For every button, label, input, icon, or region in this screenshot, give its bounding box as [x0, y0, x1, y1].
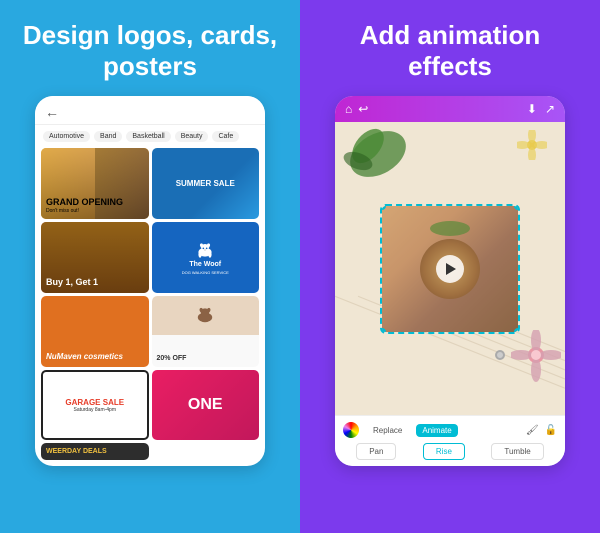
- food-green-detail: [430, 221, 470, 236]
- rise-button[interactable]: Rise: [423, 443, 465, 460]
- left-panel: Design logos, cards, posters ← Automotiv…: [0, 0, 300, 533]
- weerday-text: WEERDAY DEALS: [46, 448, 107, 455]
- bottom-toolbar: Replace Animate 🖌 🔓 Pan Rise Tumble: [335, 415, 565, 466]
- floral-decoration: [511, 330, 561, 385]
- dog-small-icon: [193, 305, 217, 325]
- tag-beauty[interactable]: Beauty: [175, 131, 209, 142]
- card-buy1get1[interactable]: Buy 1, Get 1: [41, 222, 149, 293]
- image-frame[interactable]: [380, 204, 520, 334]
- tag-cafe[interactable]: Cafe: [212, 131, 239, 142]
- phone-top-bar: ←: [35, 96, 265, 125]
- tumble-button[interactable]: Tumble: [491, 443, 543, 460]
- lock-icon[interactable]: 🔓: [545, 425, 557, 436]
- card-garage-sale[interactable]: GARAGE SALE Saturday 8am-4pm: [41, 370, 149, 441]
- grand-opening-text: GRAND OPENING: [46, 198, 123, 208]
- animation-options-row: Pan Rise Tumble: [343, 443, 557, 460]
- share-icon[interactable]: ↗: [545, 102, 555, 116]
- corner-handle-tr[interactable]: [514, 204, 520, 210]
- category-tags: Automotive Band Basketball Beauty Cafe: [35, 125, 265, 148]
- back-arrow-icon[interactable]: ←: [45, 104, 59, 120]
- toolbar-row1: Replace Animate 🖌 🔓: [343, 422, 557, 438]
- download-icon[interactable]: ⬇: [527, 102, 537, 116]
- right-top-right-icons: ⬇ ↗: [527, 102, 555, 116]
- card-weerday-deals[interactable]: WEERDAY DEALS: [41, 443, 149, 460]
- left-phone-mockup: ← Automotive Band Basketball Beauty Cafe…: [35, 96, 265, 466]
- left-headline: Design logos, cards, posters: [15, 20, 285, 82]
- right-top-left-icons: ⌂ ↩: [345, 102, 368, 116]
- card-grand-opening[interactable]: GRAND OPENING Don't miss out!: [41, 148, 149, 219]
- card-summer-sale[interactable]: SUMMER SALE: [152, 148, 260, 219]
- garage-sale-text: GARAGE SALE: [65, 398, 124, 407]
- right-headline: Add animation effects: [315, 20, 585, 82]
- play-triangle-icon: [446, 263, 456, 275]
- tag-band[interactable]: Band: [94, 131, 122, 142]
- grand-opening-sub: Don't miss out!: [46, 208, 79, 214]
- animate-button[interactable]: Animate: [416, 424, 457, 437]
- home-icon[interactable]: ⌂: [345, 102, 352, 116]
- replace-button[interactable]: Replace: [367, 424, 408, 437]
- color-icon[interactable]: [343, 422, 359, 438]
- tag-basketball[interactable]: Basketball: [126, 131, 170, 142]
- card-20off[interactable]: 20% OFF: [152, 296, 260, 367]
- garage-sale-sub: Saturday 8am-4pm: [73, 407, 116, 413]
- buy1get1-text: Buy 1, Get 1: [46, 278, 98, 288]
- summer-sale-text: SUMMER SALE: [176, 179, 235, 189]
- right-phone-toolbar: ⌂ ↩ ⬇ ↗: [335, 96, 565, 122]
- play-button[interactable]: [436, 255, 464, 283]
- pan-button[interactable]: Pan: [356, 443, 396, 460]
- small-flower-decoration: [517, 130, 547, 160]
- dog-image-bg: [152, 296, 260, 335]
- tag-automotive[interactable]: Automotive: [43, 131, 90, 142]
- one-text: ONE: [188, 396, 223, 414]
- right-phone-mockup: ⌂ ↩ ⬇ ↗: [335, 96, 565, 466]
- paint-icon[interactable]: 🖌: [526, 425, 539, 436]
- numaven-text: NuMaven cosmetics: [46, 352, 123, 362]
- canvas-area: [335, 122, 565, 415]
- card-one[interactable]: ONE: [152, 370, 260, 441]
- right-panel: Add animation effects ⌂ ↩ ⬇ ↗: [300, 0, 600, 533]
- dog-icon: [194, 241, 216, 259]
- card-numaven[interactable]: NuMaven cosmetics: [41, 296, 149, 367]
- woof-sub-text: DOG WALKING SERVICE: [182, 270, 229, 275]
- 20off-text: 20% OFF: [157, 355, 187, 362]
- undo-icon[interactable]: ↩: [358, 102, 368, 116]
- woof-text: The Woof: [189, 261, 221, 268]
- card-the-woof[interactable]: The Woof DOG WALKING SERVICE: [152, 222, 260, 293]
- template-grid: GRAND OPENING Don't miss out! SUMMER SAL…: [35, 148, 265, 466]
- fern-decoration: [343, 126, 413, 181]
